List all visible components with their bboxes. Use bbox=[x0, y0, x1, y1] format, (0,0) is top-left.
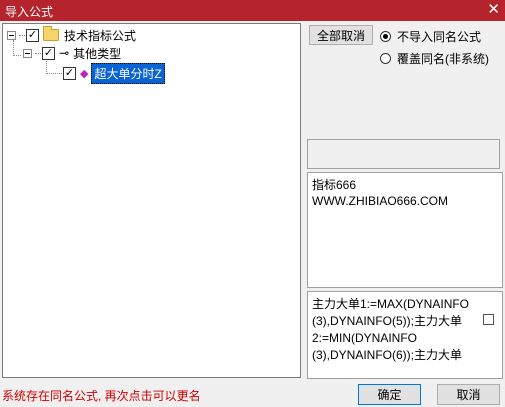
root-checkbox[interactable]: ✓ bbox=[26, 28, 39, 42]
option-skip-duplicates[interactable]: 不导入同名公式 bbox=[380, 28, 481, 45]
formula-line: 2:=MIN(DYNAINFO bbox=[312, 331, 418, 345]
tree-connector bbox=[46, 73, 64, 74]
formula-line: (3),DYNAINFO(5));主力大单 bbox=[312, 314, 463, 328]
ok-button[interactable]: 确定 bbox=[358, 384, 421, 405]
formula-line: (3),DYNAINFO(6));主力大单 bbox=[312, 348, 463, 362]
import-formula-dialog: 导入公式 ✕ ✓ 技术指标公式 ✓ ⊸ 其他类型 ✓ ◆ 超大单分时Z 全部取消 bbox=[0, 0, 505, 407]
window-title: 导入公式 bbox=[5, 5, 54, 19]
option-overwrite-duplicates[interactable]: 覆盖同名(非系统) bbox=[380, 50, 489, 67]
cancel-all-button[interactable]: 全部取消 bbox=[309, 25, 373, 45]
formula-text: 主力大单1:=MAX(DYNAINFO (3),DYNAINFO(5));主力大… bbox=[312, 296, 484, 364]
empty-panel bbox=[307, 139, 500, 169]
tree-node-root[interactable]: ✓ 技术指标公式 bbox=[7, 26, 136, 44]
folder-icon bbox=[43, 26, 59, 41]
tree-connector bbox=[19, 34, 25, 36]
tree-connector bbox=[13, 55, 21, 56]
cancel-button[interactable]: 取消 bbox=[437, 384, 500, 405]
info-line: WWW.ZHIBIAO666.COM bbox=[312, 194, 449, 208]
formula-tree[interactable]: ✓ 技术指标公式 ✓ ⊸ 其他类型 ✓ ◆ 超大单分时Z bbox=[2, 23, 301, 378]
key-icon: ⊸ bbox=[59, 46, 70, 60]
formula-checkbox[interactable]: ✓ bbox=[63, 66, 76, 80]
tree-node-label: 其他类型 bbox=[73, 46, 122, 61]
tree-node-label-selected[interactable]: 超大单分时Z bbox=[91, 62, 165, 84]
collapse-icon[interactable] bbox=[23, 48, 32, 58]
info-text: 指标666 WWW.ZHIBIAO666.COM bbox=[312, 177, 448, 209]
status-message: 系统存在同名公式, 再次点击可以更名 bbox=[2, 389, 201, 403]
tree-node-category[interactable]: ✓ ⊸ 其他类型 bbox=[23, 44, 121, 62]
option-label: 不导入同名公式 bbox=[397, 30, 482, 44]
title-bar: 导入公式 ✕ bbox=[0, 0, 505, 21]
radio-skip-duplicates[interactable] bbox=[380, 31, 391, 42]
category-checkbox[interactable]: ✓ bbox=[42, 46, 55, 60]
preview-checkbox[interactable] bbox=[483, 314, 494, 325]
radio-overwrite-duplicates[interactable] bbox=[380, 53, 391, 64]
info-line: 指标666 bbox=[312, 178, 357, 192]
close-icon[interactable]: ✕ bbox=[487, 1, 500, 19]
tree-node-label: 技术指标公式 bbox=[64, 28, 137, 43]
collapse-icon[interactable] bbox=[7, 30, 16, 40]
tree-node-formula[interactable]: ✓ ◆ 超大单分时Z bbox=[63, 62, 165, 84]
option-label: 覆盖同名(非系统) bbox=[397, 52, 489, 66]
formula-line: 主力大单1:=MAX(DYNAINFO bbox=[312, 297, 470, 311]
info-panel: 指标666 WWW.ZHIBIAO666.COM bbox=[307, 172, 503, 288]
formula-icon: ◆ bbox=[80, 67, 89, 80]
tree-connector bbox=[35, 52, 41, 54]
formula-preview-panel[interactable]: 主力大单1:=MAX(DYNAINFO (3),DYNAINFO(5));主力大… bbox=[307, 291, 503, 379]
